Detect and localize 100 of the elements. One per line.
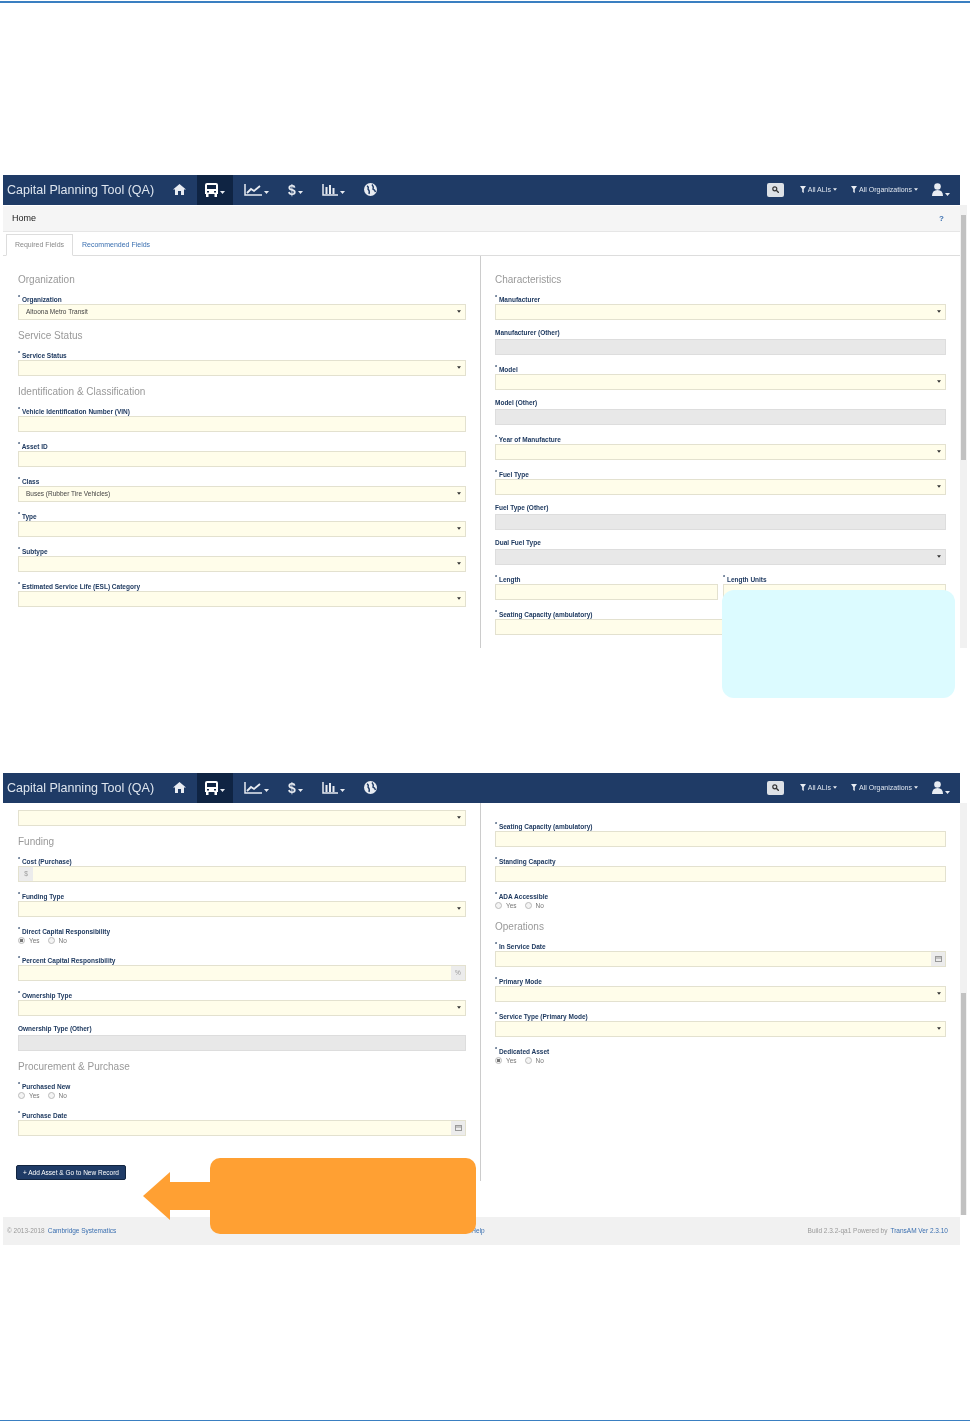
caret-icon — [339, 788, 345, 792]
section-heading: Operations — [495, 919, 545, 934]
user-icon — [932, 781, 943, 794]
caret-icon — [914, 786, 918, 789]
caret-icon — [220, 788, 225, 792]
bus-menu-button[interactable] — [197, 772, 233, 803]
caret-icon — [945, 193, 950, 196]
help-link[interactable]: ? — [939, 213, 944, 223]
scrollbar[interactable] — [960, 204, 967, 648]
scrollbar-thumb[interactable] — [961, 992, 966, 1215]
caret-icon — [937, 485, 941, 488]
dropdown-field[interactable] — [18, 999, 466, 1016]
radio-button[interactable] — [47, 937, 55, 944]
arrow-icon — [143, 1169, 211, 1222]
dropdown-field[interactable] — [18, 359, 466, 376]
caret-icon — [937, 310, 941, 313]
calendar-addon[interactable] — [931, 951, 945, 966]
caret-icon — [914, 188, 918, 191]
filter-icon — [851, 784, 858, 791]
radio-button[interactable] — [495, 902, 502, 909]
scrollbar-thumb[interactable] — [961, 214, 966, 460]
radio-button[interactable] — [18, 937, 25, 944]
home-icon — [173, 184, 186, 195]
caret-icon — [457, 597, 461, 600]
radio-button[interactable] — [18, 1092, 25, 1099]
input-field[interactable] — [495, 583, 718, 600]
filter-icon — [851, 186, 858, 193]
app-title: Capital Planning Tool (QA) — [7, 182, 156, 197]
app-title: Capital Planning Tool (QA) — [7, 780, 156, 795]
dropdown-field[interactable] — [495, 373, 946, 390]
input-field[interactable] — [18, 450, 466, 467]
globe-icon — [363, 183, 377, 196]
section-heading: Organization — [18, 272, 76, 287]
dropdown-field[interactable] — [495, 303, 946, 320]
user-menu-button[interactable] — [932, 183, 950, 196]
bar-chart-icon — [321, 183, 338, 196]
caret-icon — [937, 1027, 941, 1030]
scrollbar[interactable] — [960, 802, 967, 1215]
radio-button[interactable] — [524, 902, 532, 909]
dropdown-field[interactable] — [495, 478, 946, 495]
radio-button[interactable] — [495, 1057, 502, 1064]
dropdown-field[interactable] — [495, 443, 946, 460]
search-icon — [771, 186, 779, 193]
caret-icon — [457, 562, 461, 565]
caret-icon — [264, 190, 269, 194]
search-button[interactable] — [766, 780, 784, 795]
search-icon — [771, 784, 779, 791]
input-field[interactable] — [18, 415, 466, 432]
calendar-icon — [934, 955, 942, 962]
home-icon — [173, 782, 186, 793]
dropdown-field[interactable] — [18, 809, 466, 826]
caret-icon — [457, 1006, 461, 1009]
caret-icon — [937, 992, 941, 995]
calendar-icon — [454, 1124, 462, 1131]
dollar-icon: $ — [288, 181, 296, 198]
user-icon — [932, 183, 943, 196]
finance-menu-button[interactable]: $ — [280, 174, 311, 205]
user-menu-button[interactable] — [932, 781, 950, 794]
caret-icon — [833, 786, 838, 789]
filter-icon — [799, 784, 806, 791]
bus-icon — [205, 780, 218, 795]
caret-icon — [297, 190, 303, 194]
caret-icon — [457, 527, 461, 530]
input-field[interactable] — [495, 830, 946, 847]
bar-chart-icon — [321, 781, 338, 794]
dropdown-field[interactable] — [495, 985, 946, 1002]
search-button[interactable] — [766, 182, 784, 197]
section-heading: Service Status — [18, 328, 84, 343]
globe-icon — [363, 781, 377, 794]
filter-icon — [799, 186, 806, 193]
caret-icon — [833, 188, 838, 191]
caret-icon — [457, 492, 461, 495]
bus-icon — [205, 182, 218, 197]
section-heading: Identification & Classification — [18, 384, 147, 399]
line-chart-icon — [244, 183, 262, 196]
breadcrumb[interactable]: Home — [12, 213, 36, 223]
calendar-addon[interactable] — [451, 1120, 465, 1135]
section-heading: Funding — [18, 834, 56, 849]
section-heading: Characteristics — [495, 272, 563, 287]
caret-icon — [945, 791, 950, 794]
dropdown-field[interactable] — [495, 1020, 946, 1037]
date-field[interactable] — [18, 1119, 466, 1136]
radio-button[interactable] — [47, 1092, 55, 1099]
finance-menu-button[interactable]: $ — [280, 772, 311, 803]
caret-icon — [457, 310, 461, 313]
caret-icon — [937, 555, 941, 558]
dropdown-field[interactable] — [18, 900, 466, 917]
radio-button[interactable] — [524, 1057, 532, 1064]
bus-menu-button[interactable] — [197, 174, 233, 205]
dropdown-field[interactable] — [18, 555, 466, 572]
dollar-icon: $ — [288, 779, 296, 796]
input-field[interactable] — [495, 865, 946, 882]
line-chart-icon — [244, 781, 262, 794]
caret-icon — [457, 366, 461, 369]
dropdown-field[interactable] — [18, 520, 466, 537]
date-field[interactable] — [495, 950, 946, 967]
caret-icon — [457, 907, 461, 910]
dropdown-field[interactable] — [18, 590, 466, 607]
caret-icon — [220, 190, 225, 194]
caret-icon — [457, 816, 461, 819]
